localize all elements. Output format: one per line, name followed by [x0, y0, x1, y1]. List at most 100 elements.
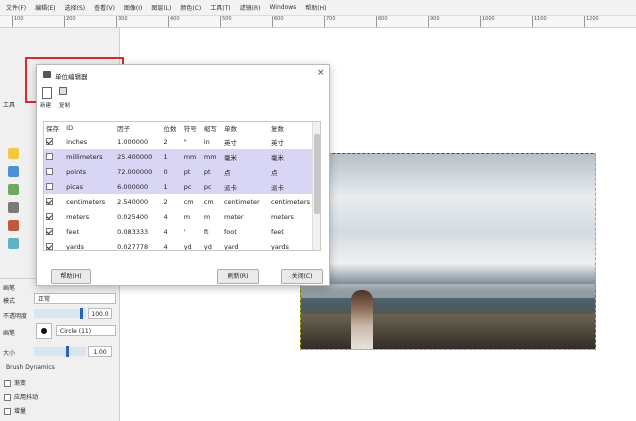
option-checkbox[interactable]	[4, 407, 11, 415]
cell-factor: 1.000000	[117, 137, 149, 146]
size-slider-handle[interactable]	[66, 346, 69, 357]
scrollbar-thumb[interactable]	[314, 134, 320, 214]
new-unit-icon[interactable]	[42, 87, 52, 99]
option-row[interactable]: 渐变	[4, 378, 26, 387]
ruler-tick: 200	[64, 16, 76, 27]
cell-symbol: "	[183, 137, 187, 146]
table-row[interactable]: feet 0.083333 4 ' ft foot feet	[44, 224, 320, 239]
brush-preview[interactable]	[36, 323, 52, 339]
save-checkbox[interactable]	[46, 198, 53, 205]
table-row[interactable]: picas 6.000000 1 pc pc 派卡 派卡	[44, 179, 320, 194]
cell-id: points	[64, 164, 116, 179]
table-row[interactable]: yards 0.027778 4 yd yd yard yards	[44, 239, 320, 251]
table-row[interactable]: points 72.000000 0 pt pt 点点	[44, 164, 320, 179]
ruler-tick: 1100	[532, 16, 547, 27]
menu-item-9[interactable]: Windows	[270, 4, 297, 11]
close-button[interactable]: 关闭(C)	[281, 269, 323, 284]
option-label: 应用抖动	[14, 394, 39, 401]
clone-tool-icon[interactable]	[8, 202, 19, 213]
cell-symbol: yd	[183, 242, 192, 251]
save-cell	[44, 194, 64, 209]
menu-item-6[interactable]: 颜色(C)	[180, 3, 201, 12]
opacity-slider[interactable]	[34, 309, 86, 318]
save-cell	[44, 134, 64, 149]
option-checkbox[interactable]	[4, 393, 11, 401]
save-cell	[44, 209, 64, 224]
column-header[interactable]: 因子	[115, 122, 161, 134]
table-row[interactable]: meters 0.025400 4 m m meter meters	[44, 209, 320, 224]
menu-item-2[interactable]: 选择(S)	[65, 3, 86, 12]
toolbox-label: 工具	[3, 102, 16, 109]
save-cell	[44, 224, 64, 239]
crosshair-tool-icon[interactable]	[8, 238, 19, 249]
brush-dot-icon	[41, 328, 47, 334]
brush-name-field[interactable]: Circle (11)	[56, 325, 116, 336]
size-slider[interactable]	[34, 347, 86, 356]
save-cell	[44, 239, 64, 250]
cell-digits: 1	[161, 179, 182, 194]
rocky-shore	[301, 314, 595, 349]
save-checkbox[interactable]	[46, 213, 53, 220]
column-header[interactable]: ID	[64, 122, 115, 134]
select-tool-icon[interactable]	[8, 148, 19, 159]
menu-item-0[interactable]: 文件(F)	[6, 3, 26, 12]
canvas-corner-overlay	[482, 350, 602, 402]
save-checkbox[interactable]	[46, 183, 53, 190]
refresh-button[interactable]: 刷新(R)	[217, 269, 259, 284]
duplicate-unit-icon[interactable]	[59, 87, 67, 95]
person-figure	[351, 290, 373, 349]
save-checkbox[interactable]	[46, 153, 53, 160]
brush-dynamics-label: Brush Dynamics	[6, 364, 55, 371]
opacity-slider-handle[interactable]	[80, 308, 83, 319]
option-checkbox[interactable]	[4, 379, 11, 387]
table-row[interactable]: millimeters 25.400000 1 mm mm 毫米 毫米	[44, 149, 320, 164]
menu-item-1[interactable]: 编辑(E)	[35, 3, 55, 12]
close-icon[interactable]: ×	[317, 68, 325, 78]
cell-singular: foot	[224, 227, 237, 236]
option-row[interactable]: 应用抖动	[4, 392, 38, 401]
menu-item-4[interactable]: 图像(I)	[124, 3, 142, 12]
menu-item-5[interactable]: 图层(L)	[151, 3, 171, 12]
option-label: 渐变	[14, 380, 27, 387]
cell-singular: meter	[224, 212, 244, 221]
cell-id: millimeters	[64, 149, 116, 164]
column-header[interactable]: 保存	[44, 122, 64, 134]
menu-item-10[interactable]: 帮助(H)	[305, 3, 326, 12]
cell-abbr: mm	[201, 149, 223, 164]
save-checkbox[interactable]	[46, 243, 53, 250]
option-label: 增量	[14, 408, 27, 415]
save-cell	[44, 164, 65, 179]
opacity-field[interactable]: 100.0	[88, 308, 112, 319]
unit-list[interactable]: 保存 ID 因子 位数 符号 缩写 单数 复数 inches 1.000000 2 " in 英寸 英寸 m…	[43, 121, 321, 251]
help-button[interactable]: 帮助(H)	[51, 269, 91, 284]
column-header[interactable]: 符号	[182, 122, 202, 134]
table-row[interactable]: inches 1.000000 2 " in 英寸 英寸	[44, 134, 320, 149]
cell-abbr: yd	[203, 242, 212, 251]
ruler-tick: 100	[12, 16, 24, 27]
size-field[interactable]: 1.00	[88, 346, 112, 357]
menu-item-3[interactable]: 查看(V)	[94, 3, 115, 12]
cell-singular: 点	[222, 164, 269, 179]
option-row[interactable]: 增量	[4, 406, 26, 415]
menu-item-7[interactable]: 工具(T)	[210, 3, 230, 12]
save-checkbox[interactable]	[46, 138, 53, 145]
unit-list-scrollbar[interactable]	[312, 122, 320, 250]
transform-tool-icon[interactable]	[8, 184, 19, 195]
duplicate-unit-label: 复制	[59, 103, 71, 109]
column-header[interactable]: 位数	[162, 122, 182, 134]
ruler-tick: 300	[116, 16, 128, 27]
ruler-tick: 700	[324, 16, 336, 27]
paint-tool-icon[interactable]	[8, 166, 19, 177]
mode-select[interactable]: 正常	[34, 293, 116, 304]
canvas-photo[interactable]	[300, 153, 596, 350]
cell-factor: 2.540000	[117, 197, 149, 206]
table-row[interactable]: centimeters 2.540000 2 cm cm centimeter centim…	[44, 194, 320, 209]
save-checkbox[interactable]	[46, 168, 53, 175]
cell-id: feet	[66, 227, 79, 236]
save-checkbox[interactable]	[46, 228, 53, 235]
column-header[interactable]: 缩写	[202, 122, 222, 134]
unit-editor-dialog: 单位编辑器 × 新建 复制 保存 ID 因子 位数 符号 缩写 单数 复数 inches 1.0…	[36, 64, 330, 286]
column-header[interactable]: 单数	[222, 122, 269, 134]
move-tool-icon[interactable]	[8, 220, 19, 231]
menu-item-8[interactable]: 滤镜(R)	[240, 3, 261, 12]
